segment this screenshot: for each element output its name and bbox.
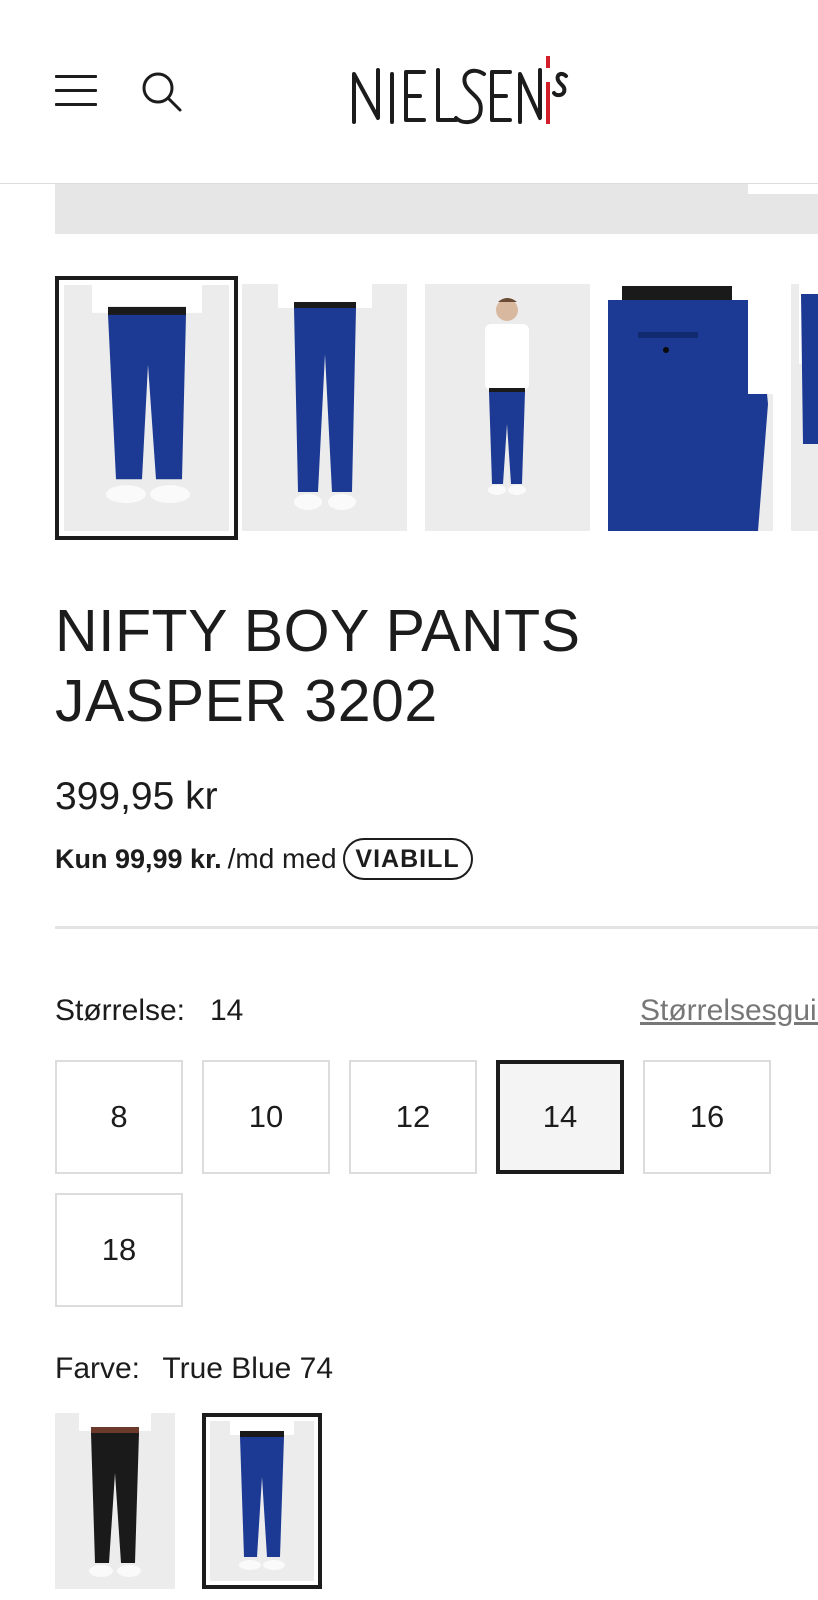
thumbnail-full-body[interactable] bbox=[425, 284, 590, 531]
size-option-16[interactable]: 16 bbox=[643, 1060, 771, 1174]
size-option-18[interactable]: 18 bbox=[55, 1193, 183, 1307]
divider bbox=[55, 926, 818, 929]
thumbnail-front[interactable] bbox=[55, 276, 238, 540]
viabill-badge[interactable]: VIABILL bbox=[342, 838, 473, 880]
main-product-image[interactable] bbox=[55, 184, 818, 234]
installment-amount: Kun 99,99 kr. bbox=[55, 843, 222, 874]
color-swatch-true-blue[interactable] bbox=[202, 1413, 322, 1589]
color-label: Farve: bbox=[55, 1352, 141, 1385]
color-swatch-black[interactable] bbox=[55, 1413, 175, 1589]
size-option-8[interactable]: 8 bbox=[55, 1060, 183, 1174]
size-option-12[interactable]: 12 bbox=[349, 1060, 477, 1174]
hamburger-menu-icon[interactable] bbox=[55, 75, 97, 109]
color-label-row: Farve: True Blue 74 bbox=[55, 1352, 333, 1386]
size-label-row: Størrelse: 14 Størrelsesguide bbox=[55, 994, 818, 1034]
thumbnail-side[interactable] bbox=[791, 284, 818, 531]
installment-info: Kun 99,99 kr. /md med VIABILL bbox=[55, 838, 473, 880]
size-option-10[interactable]: 10 bbox=[202, 1060, 330, 1174]
nielsens-logo[interactable] bbox=[352, 52, 572, 132]
selected-color-value: True Blue 74 bbox=[162, 1352, 334, 1385]
search-icon[interactable] bbox=[140, 70, 184, 114]
thumbnail-pocket-detail[interactable] bbox=[608, 284, 773, 531]
installment-suffix: /md med bbox=[227, 843, 337, 874]
product-price: 399,95 kr bbox=[55, 775, 218, 818]
size-guide-link[interactable]: Størrelsesguide bbox=[640, 994, 818, 1028]
thumbnail-back[interactable] bbox=[242, 284, 407, 531]
thumbnail-gallery bbox=[55, 276, 818, 540]
product-title: NIFTY BOY PANTS JASPER 3202 bbox=[55, 598, 581, 734]
site-header bbox=[0, 0, 818, 184]
size-label: Størrelse: bbox=[55, 994, 186, 1027]
selected-size-value: 14 bbox=[210, 994, 244, 1027]
size-option-14[interactable]: 14 bbox=[496, 1060, 624, 1174]
